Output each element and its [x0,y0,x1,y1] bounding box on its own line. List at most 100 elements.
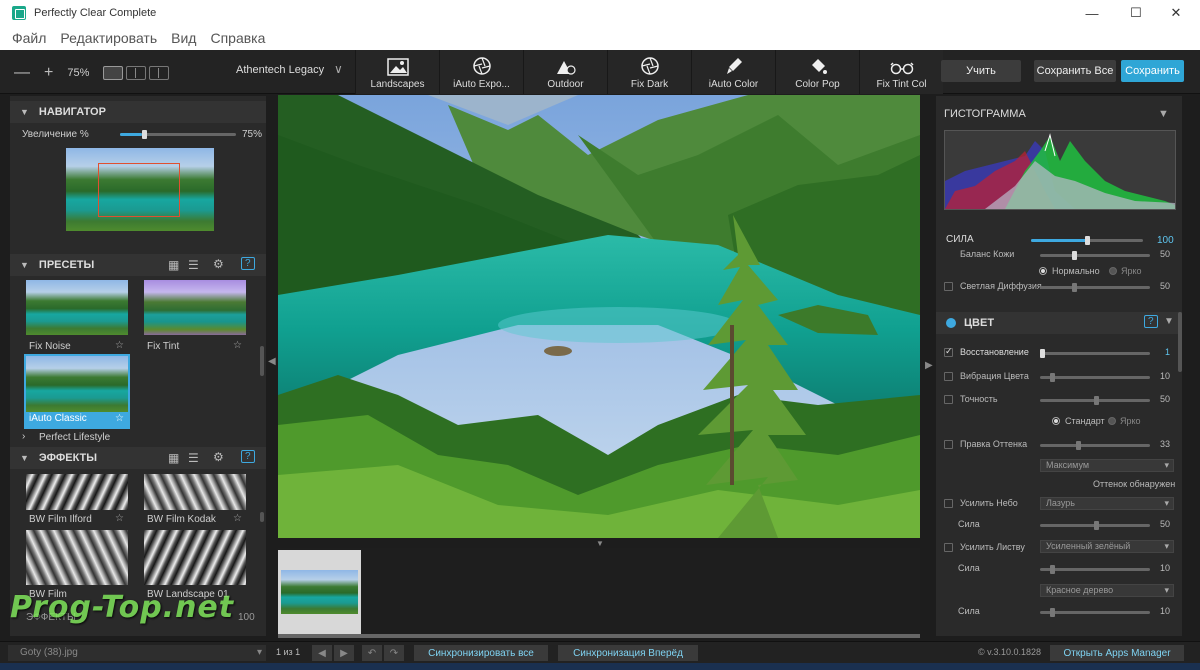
tool-outdoor[interactable]: Outdoor [523,50,607,94]
help-icon[interactable]: ? [241,450,255,463]
slider-knob[interactable] [1050,565,1055,574]
preset-group-chevron-icon[interactable]: › [22,431,25,442]
maximize-button[interactable]: ☐ [1116,0,1156,26]
strength-slider[interactable] [1031,236,1143,245]
slider-knob[interactable] [141,130,147,139]
grid-view-icon[interactable]: ▦ [168,258,179,272]
learn-button[interactable]: Учить [941,60,1021,82]
single-view-button[interactable] [103,66,124,80]
zoom-in-button[interactable]: + [44,64,53,82]
gear-icon[interactable]: ⚙ [213,450,224,464]
navigator-preview[interactable] [66,148,214,231]
foliage-checkbox[interactable] [944,543,953,552]
restore-checkbox[interactable] [944,346,953,357]
filmstrip-scrollbar[interactable] [278,634,920,638]
tool-landscapes[interactable]: Landscapes [355,50,439,94]
filmstrip-thumb[interactable] [278,550,361,635]
effects-header[interactable]: ▼ ЭФФЕКТЫ [10,447,266,469]
star-icon[interactable]: ☆ [233,513,242,524]
help-icon[interactable]: ? [241,257,255,270]
next-image-icon[interactable]: ▶ [334,645,354,661]
slider-knob[interactable] [1072,283,1077,292]
sky-checkbox[interactable] [944,499,953,508]
collapse-filmstrip-icon[interactable]: ▼ [596,539,604,548]
save-all-button[interactable]: Сохранить Все [1034,60,1116,82]
bright-accuracy-radio[interactable] [1108,417,1116,425]
help-icon[interactable]: ? [1144,315,1158,328]
list-view-icon[interactable]: ☰ [188,451,199,465]
prev-image-icon[interactable]: ◀ [312,645,332,661]
diffusion-slider[interactable] [1040,283,1150,292]
sync-forward-button[interactable]: Синхронизация Вперёд [558,645,698,661]
star-icon[interactable]: ☆ [115,413,124,424]
diffusion-checkbox[interactable] [944,282,953,291]
presets-scrollbar[interactable] [260,346,264,376]
tool-iauto-exposure[interactable]: iAuto Expo... [439,50,523,94]
slider-knob[interactable] [1040,349,1045,358]
file-selector[interactable]: Goty (38).jpg ▾ [8,645,266,661]
preset-selector[interactable]: Athentech Legacy ∨ [236,62,343,76]
sky-dropdown[interactable]: Лазурь [1040,497,1174,510]
close-button[interactable]: ✕ [1156,0,1196,26]
preset-thumb-iauto-classic[interactable]: iAuto Classic ☆ [24,354,130,429]
wood-strength-slider[interactable] [1040,608,1150,617]
vibrancy-checkbox[interactable] [944,372,953,381]
tool-color-pop[interactable]: Color Pop [775,50,859,94]
redo-icon[interactable]: ↷ [384,645,404,661]
star-icon[interactable]: ☆ [115,340,124,351]
collapse-icon[interactable]: ▼ [1164,316,1174,327]
undo-icon[interactable]: ↶ [362,645,382,661]
slider-knob[interactable] [1072,251,1077,260]
side-by-side-view-button[interactable] [149,66,170,80]
restore-slider[interactable] [1040,349,1150,358]
split-view-button[interactable] [126,66,147,80]
effect-thumb-bw-film-kodak[interactable] [144,474,246,510]
wood-dropdown[interactable]: Красное дерево [1040,584,1174,597]
menu-help[interactable]: Справка [210,30,265,46]
collapse-icon[interactable]: ▼ [1158,108,1169,120]
slider-knob[interactable] [1050,373,1055,382]
navigator-zoom-slider[interactable] [120,130,236,139]
gear-icon[interactable]: ⚙ [213,257,224,271]
presets-header[interactable]: ▼ ПРЕСЕТЫ [10,254,266,276]
sky-strength-slider[interactable] [1040,521,1150,530]
tint-mode-dropdown[interactable]: Максимум [1040,459,1174,472]
minimize-button[interactable]: — [1072,0,1112,26]
effect-thumb-bw-film-ilford[interactable] [26,474,128,510]
main-photo[interactable] [278,95,920,538]
preset-thumb-fix-tint[interactable] [144,280,246,335]
zoom-out-button[interactable]: — [14,64,30,82]
menu-edit[interactable]: Редактировать [60,30,157,46]
tool-iauto-color[interactable]: iAuto Color [691,50,775,94]
vibrancy-slider[interactable] [1040,373,1150,382]
star-icon[interactable]: ☆ [115,513,124,524]
slider-knob[interactable] [1050,608,1055,617]
normal-radio[interactable] [1039,267,1047,275]
tool-fix-tint[interactable]: Fix Tint Col [859,50,943,94]
color-section-header[interactable]: ЦВЕТ ? ▼ [936,312,1182,334]
slider-knob[interactable] [1094,396,1099,405]
effect-thumb-bw-landscape[interactable] [144,530,246,585]
navigator-viewport-frame[interactable] [98,163,180,217]
accuracy-slider[interactable] [1040,396,1150,405]
section-enabled-icon[interactable] [946,318,956,328]
foliage-strength-slider[interactable] [1040,565,1150,574]
open-apps-manager-button[interactable]: Открыть Apps Manager [1050,645,1184,661]
navigator-header[interactable]: ▼ НАВИГАТОР [10,101,266,123]
standard-radio[interactable] [1052,417,1060,425]
menu-file[interactable]: Файл [12,30,46,46]
star-icon[interactable]: ☆ [233,340,242,351]
tool-fix-dark[interactable]: Fix Dark [607,50,691,94]
sync-all-button[interactable]: Синхронизировать все [414,645,548,661]
tint-fix-checkbox[interactable] [944,440,953,449]
skin-balance-slider[interactable] [1040,251,1150,260]
accuracy-checkbox[interactable] [944,395,953,404]
right-panel-scrollbar[interactable] [1178,312,1182,372]
grid-view-icon[interactable]: ▦ [168,451,179,465]
foliage-dropdown[interactable]: Усиленный зелёный [1040,540,1174,553]
slider-knob[interactable] [1076,441,1081,450]
bright-radio[interactable] [1109,267,1117,275]
slider-knob[interactable] [1094,521,1099,530]
slider-knob[interactable] [1085,236,1090,245]
menu-view[interactable]: Вид [171,30,196,46]
